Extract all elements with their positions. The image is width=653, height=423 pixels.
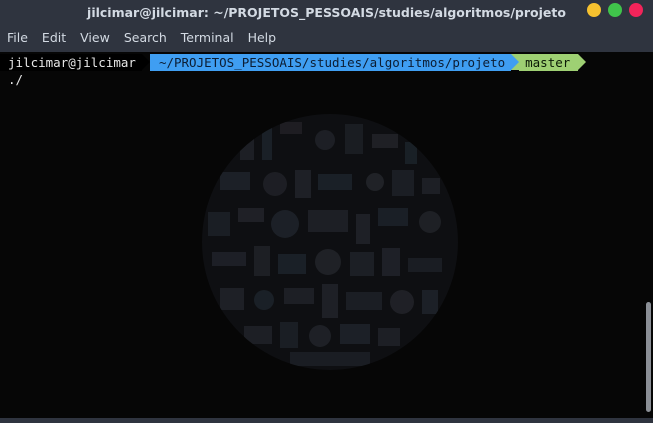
terminal-window: jilcimar@jilcimar: ~/PROJETOS_PESSOAIS/s…	[0, 0, 653, 423]
window-controls	[587, 3, 643, 17]
prompt-user-host: jilcimar@jilcimar	[0, 54, 142, 71]
menu-view[interactable]: View	[73, 24, 117, 52]
terminal-area[interactable]: jilcimar@jilcimar ~/PROJETOS_PESSOAIS/st…	[0, 52, 653, 418]
menu-edit[interactable]: Edit	[35, 24, 73, 52]
maximize-button[interactable]	[608, 3, 622, 17]
menu-help[interactable]: Help	[241, 24, 284, 52]
prompt-separator-icon	[141, 54, 150, 70]
menu-terminal[interactable]: Terminal	[174, 24, 241, 52]
menu-bar: File Edit View Search Terminal Help	[0, 24, 653, 52]
close-button[interactable]	[629, 3, 643, 17]
menu-search[interactable]: Search	[117, 24, 174, 52]
window-title: jilcimar@jilcimar: ~/PROJETOS_PESSOAIS/s…	[87, 4, 566, 20]
prompt-separator-icon	[578, 54, 587, 70]
prompt-git-segment: master	[519, 54, 579, 71]
terminal-output-line: ./	[8, 72, 24, 87]
prompt-path: ~/PROJETOS_PESSOAIS/studies/algoritmos/p…	[149, 54, 512, 71]
scrollbar[interactable]	[646, 302, 651, 412]
prompt-branch: master	[525, 55, 571, 70]
shell-prompt: jilcimar@jilcimar ~/PROJETOS_PESSOAIS/st…	[0, 54, 587, 71]
minimize-button[interactable]	[587, 3, 601, 17]
title-bar[interactable]: jilcimar@jilcimar: ~/PROJETOS_PESSOAIS/s…	[0, 0, 653, 24]
prompt-separator-icon	[511, 54, 520, 70]
window-bottom-border	[0, 418, 653, 423]
background-artwork-icon	[202, 114, 458, 370]
menu-file[interactable]: File	[0, 24, 35, 52]
